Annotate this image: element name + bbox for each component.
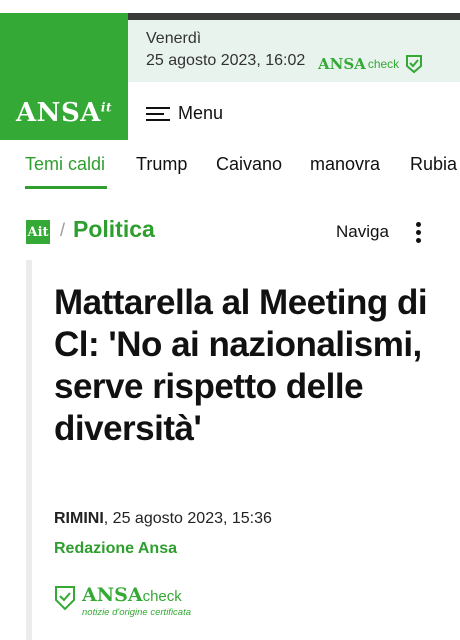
tag-rubia[interactable]: Rubia [410,154,457,175]
tag-temi-caldi[interactable]: Temi caldi [25,154,105,175]
ansacheck-check: check [367,57,400,71]
tag-caivano[interactable]: Caivano [216,154,282,175]
article-place: RIMINI [54,510,104,527]
logo-suffix: it [100,100,112,115]
article-side-bar [26,260,32,640]
shield-check-icon [406,55,423,74]
tag-manovra[interactable]: manovra [310,154,380,175]
date-panel: Venerdì 25 agosto 2023, 16:02 ANSA check [128,20,460,82]
active-tag-underline [25,186,107,189]
date-time: 25 agosto 2023, 16:02 [146,52,306,69]
hamburger-icon [146,105,170,123]
shield-check-icon [55,586,75,611]
ansacheck-check: check [142,588,182,605]
ansacheck-ansa: ANSA [318,55,366,73]
article-author[interactable]: Redazione Ansa [54,540,177,558]
article-headline: Mattarella al Meeting di Cl: 'No ai nazi… [54,283,428,448]
menu-button[interactable]: Menu [146,103,223,124]
ansacheck-article-badge[interactable]: ANSAcheck notizie d'origine certificata [54,585,191,618]
section-header: Ait / Politica Naviga [0,212,460,252]
ansacheck-header-badge[interactable]: ANSA check [318,54,423,74]
section-title[interactable]: Politica [73,216,155,243]
article-datetime: , 25 agosto 2023, 15:36 [103,510,272,527]
logo-wordmark: ANSA [16,98,101,128]
article-dateline: RIMINI, 25 agosto 2023, 15:36 [54,510,272,528]
more-vertical-icon[interactable] [412,221,424,245]
menu-label: Menu [178,103,224,123]
tag-trump[interactable]: Trump [136,154,187,175]
ansa-it-badge-icon[interactable]: Ait [26,220,50,244]
date-day: Venerdì [146,30,202,47]
ansa-logo[interactable]: ANSAit [0,13,128,140]
ansacheck-ansa: ANSA [82,584,143,606]
breadcrumb-separator: / [60,220,66,240]
logo-text: ANSAit [16,98,112,128]
ansacheck-tagline: notizie d'origine certificata [82,607,192,618]
hot-topics-bar: Temi caldi Trump Caivano manovra Rubia [0,150,460,190]
naviga-button[interactable]: Naviga [336,222,389,242]
header-top-line [128,13,460,20]
